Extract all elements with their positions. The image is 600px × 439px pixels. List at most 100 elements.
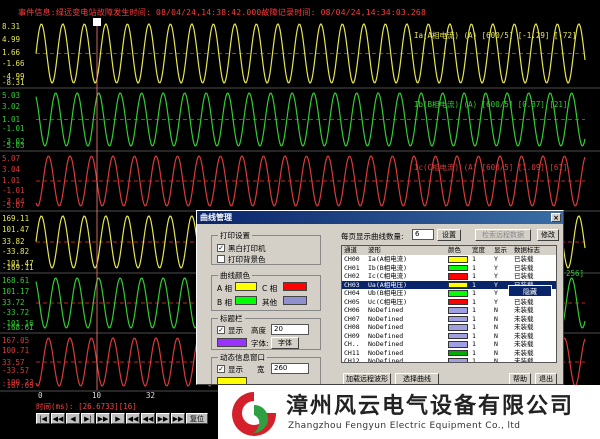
- zoom-out-y-button[interactable]: ◀◀: [141, 413, 155, 424]
- grid-row[interactable]: CH06 NoDefined 1 N 未装载: [342, 306, 556, 315]
- font-color-swatch[interactable]: [217, 338, 247, 347]
- zoom-out-x-button[interactable]: ◀◀: [126, 413, 140, 424]
- grid-color-cell[interactable]: [448, 256, 468, 263]
- y-tick-label: 5.03: [2, 91, 21, 100]
- grid-row[interactable]: CH01 Ib(B相电流) 1 Y 已装载: [342, 263, 556, 273]
- y-tick-label: -169.11: [2, 263, 34, 272]
- y-tick-label: 101.17: [2, 286, 30, 296]
- grid-row[interactable]: CH07 NoDefined 1 N 未装载: [342, 314, 556, 324]
- x-tick-2: 32: [146, 391, 156, 400]
- grid-header-row: 通道 波形 颜色 宽度 显示 数据标志: [342, 246, 556, 255]
- grid-color-cell[interactable]: [448, 264, 468, 271]
- grid-row[interactable]: CH09 NoDefined 1 N 未装载: [342, 331, 556, 341]
- print-bg-checkbox[interactable]: [217, 255, 225, 263]
- grid-cell: 1: [472, 280, 476, 289]
- phase-b-color-swatch[interactable]: [235, 296, 257, 305]
- font-button[interactable]: 字体: [271, 337, 299, 349]
- select-curve-button[interactable]: 选择曲线: [395, 373, 439, 384]
- curve-color-title: 曲线颜色: [218, 270, 252, 281]
- nav-last-button[interactable]: ▶|: [81, 413, 95, 424]
- nav-first-button[interactable]: |◀: [36, 413, 50, 424]
- grid-cell: CH08: [344, 323, 360, 331]
- grid-row[interactable]: CH11 NoDefined 1 N 未装载: [342, 348, 556, 358]
- grid-cell: 未装载: [514, 323, 534, 331]
- grid-cell: CH11: [344, 348, 360, 357]
- event-info: 事件信息:绿远变电站故障发生时间: 08/04/24,14:38:42.000故…: [18, 8, 426, 17]
- grid-row[interactable]: CH08 NoDefined 1 N 未装载: [342, 323, 556, 332]
- grid-color-cell[interactable]: [448, 332, 468, 339]
- y-tick-label: -8.31: [2, 78, 25, 87]
- grid-cell: CH03: [344, 280, 360, 289]
- grid-cell: 1: [472, 297, 476, 306]
- grid-cell: CH06: [344, 306, 360, 314]
- grid-color-cell[interactable]: [448, 358, 468, 362]
- company-name-en: Zhangzhou Fengyun Electric Equipment Co.…: [288, 421, 521, 431]
- grid-color-cell[interactable]: [448, 307, 468, 314]
- y-tick-label: 3.02: [2, 102, 21, 112]
- y-tick-label: 5.07: [2, 154, 21, 163]
- nav-back-button[interactable]: ◀: [66, 413, 80, 424]
- nav-forward-button[interactable]: ▶: [111, 413, 125, 424]
- print-bw-checkbox[interactable]: ✓: [217, 244, 225, 252]
- phase-b-label: B 相: [217, 298, 233, 307]
- grid-row[interactable]: CH00 Ia(A相电流) 1 Y 已装载: [342, 255, 556, 264]
- phase-a-label: A 相: [217, 284, 233, 293]
- grid-cell: Y: [494, 272, 498, 280]
- grid-color-cell[interactable]: [448, 273, 468, 280]
- grid-color-cell[interactable]: [448, 324, 468, 331]
- width-input[interactable]: 260: [271, 363, 309, 374]
- grid-cell: 1: [472, 314, 476, 323]
- help-button[interactable]: 帮助: [509, 373, 531, 384]
- modify-button[interactable]: 修改: [537, 229, 559, 241]
- grid-row[interactable]: CH05 Uc(C相电压) 1 Y 已装载: [342, 297, 556, 307]
- grid-cell: 未装载: [514, 331, 534, 340]
- grid-cell: CH00: [344, 255, 360, 263]
- dialog-titlebar[interactable]: 曲线管理 ×: [197, 211, 563, 224]
- grid-color-cell[interactable]: [448, 281, 468, 288]
- grid-row[interactable]: CH.. NoDefined 1 N 未装载: [342, 340, 556, 349]
- grid-cell: N: [494, 323, 498, 331]
- per-page-input[interactable]: 6: [412, 229, 434, 240]
- channel-grid[interactable]: 通道 波形 颜色 宽度 显示 数据标志 CH00 Ia(A相电流) 1 Y 已装载 CH01 Ib(B相…: [341, 245, 557, 363]
- close-icon[interactable]: ×: [551, 213, 561, 222]
- dynamic-color-swatch[interactable]: [217, 377, 247, 384]
- zoom-in-y-button[interactable]: ▶▶: [171, 413, 185, 424]
- titlebar-group-title: 标题栏: [218, 313, 245, 324]
- grid-cell: 已装载: [514, 263, 534, 272]
- phase-other-label: 其他: [262, 298, 277, 307]
- y-tick-label: 1.66: [2, 48, 21, 58]
- phase-c-color-swatch[interactable]: [283, 282, 307, 291]
- cursor-handle[interactable]: [93, 18, 101, 26]
- search-remote-button[interactable]: 检索远程数据: [475, 229, 531, 241]
- grid-color-cell[interactable]: [448, 341, 468, 348]
- height-input[interactable]: 20: [271, 324, 309, 335]
- grid-color-cell[interactable]: [448, 298, 468, 305]
- phase-a-color-swatch[interactable]: [235, 282, 257, 291]
- show-dynamic-checkbox[interactable]: ✓: [217, 365, 225, 373]
- grid-cell: NoDefined: [368, 340, 404, 348]
- load-remote-wave-button[interactable]: 加载远程波形: [343, 373, 391, 384]
- zoom-in-x-button[interactable]: ▶▶: [156, 413, 170, 424]
- grid-header-cell: 通道: [344, 246, 357, 254]
- grid-row[interactable]: CH12 NoDefined 1 N 未装载: [342, 357, 556, 362]
- phase-other-color-swatch[interactable]: [283, 296, 307, 305]
- grid-header-cell: 宽度: [472, 246, 485, 254]
- show-titlebar-checkbox[interactable]: ✓: [217, 326, 225, 334]
- y-tick-label: 101.47: [2, 225, 30, 235]
- y-tick-label: -168.61: [2, 323, 34, 332]
- show-titlebar-label: 显示: [228, 326, 243, 335]
- nav-fast-back-button[interactable]: ◀◀: [51, 413, 65, 424]
- reset-button[interactable]: 复位: [186, 413, 208, 424]
- grid-color-cell[interactable]: [448, 349, 468, 356]
- grid-color-cell[interactable]: [448, 290, 468, 297]
- grid-cell: N: [494, 348, 498, 357]
- grid-color-cell[interactable]: [448, 315, 468, 322]
- exit-button[interactable]: 退出: [535, 373, 557, 384]
- grid-row[interactable]: CH02 Ic(C相电流) 1 Y 已装载: [342, 272, 556, 281]
- set-button[interactable]: 设置: [437, 229, 461, 241]
- grid-header-cell: 颜色: [448, 246, 461, 254]
- dialog-title: 曲线管理: [200, 213, 232, 222]
- grid-cell: 1: [472, 340, 476, 348]
- nav-fast-forward-button[interactable]: ▶▶: [96, 413, 110, 424]
- context-menu-hide[interactable]: 隐藏: [508, 285, 552, 297]
